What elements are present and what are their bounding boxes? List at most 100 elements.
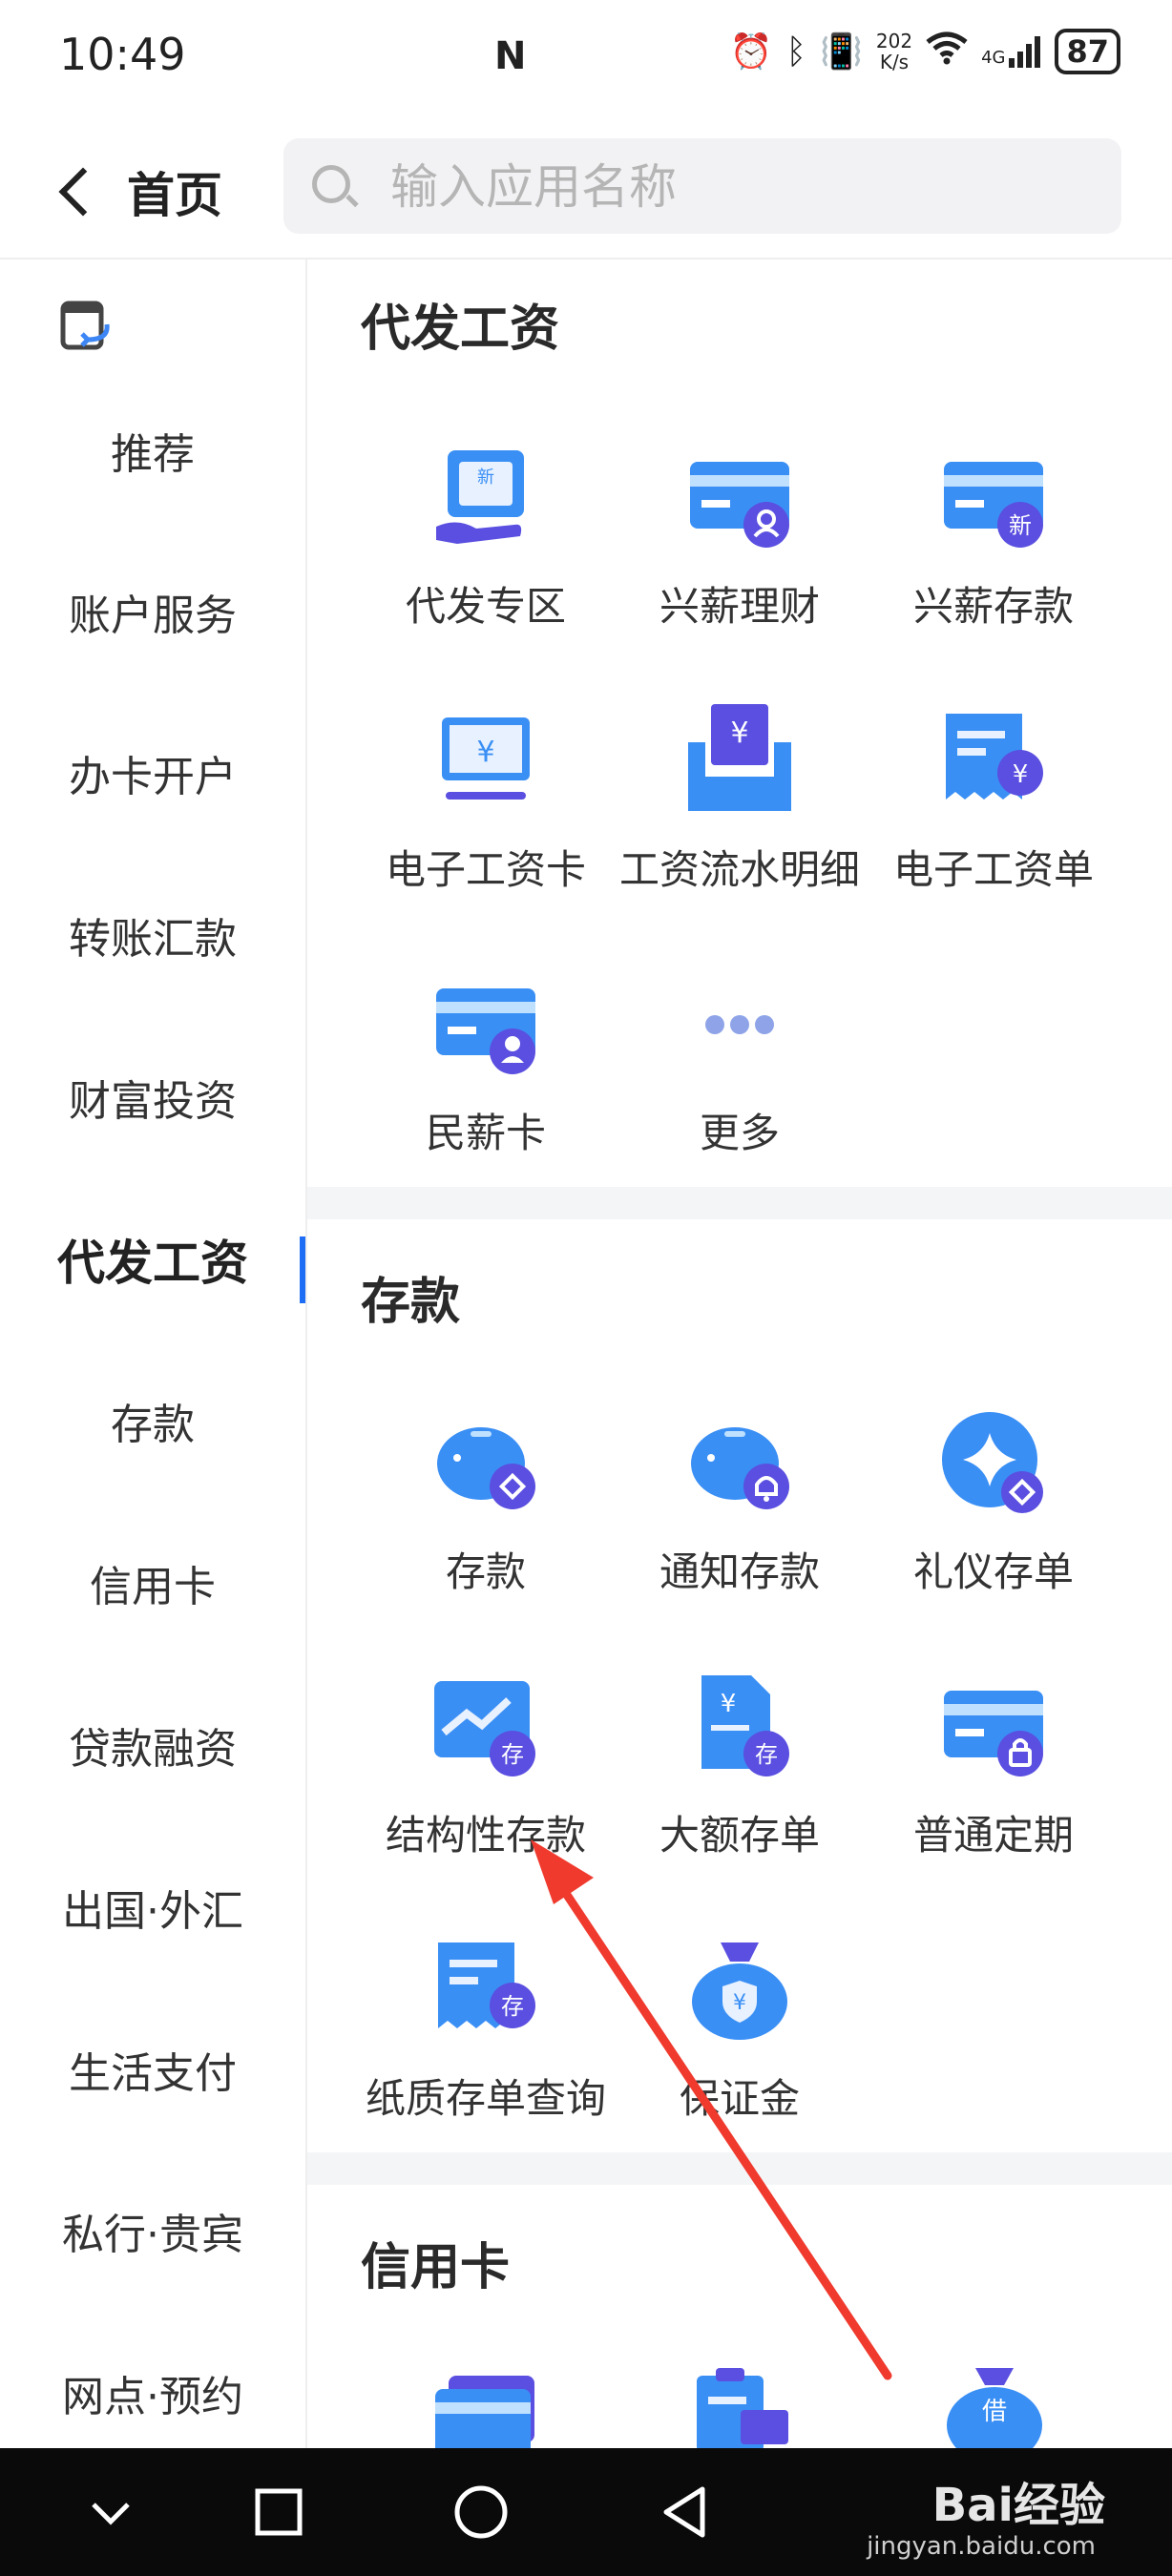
back-button[interactable]: 首页 bbox=[52, 157, 222, 226]
app-e-payslip[interactable]: ¥ 电子工资单 bbox=[867, 704, 1120, 914]
section-title-credit-card: 信用卡 bbox=[361, 2239, 511, 2296]
status-time: 10:49 bbox=[59, 29, 186, 80]
money-bag-icon: ¥ bbox=[692, 1942, 787, 2040]
battery-icon: 87 bbox=[1055, 29, 1120, 74]
app-label: 结构性存款 bbox=[385, 1812, 586, 1859]
app-minxin-card[interactable]: 民薪卡 bbox=[359, 967, 613, 1177]
app-deposit[interactable]: 存款 bbox=[359, 1406, 613, 1616]
sidebar-item-branch-appointment[interactable]: 网点·预约 bbox=[0, 2345, 305, 2441]
alarm-icon: ⏰ bbox=[729, 32, 773, 72]
app-label: 普通定期 bbox=[912, 1812, 1074, 1859]
section-divider bbox=[307, 1187, 1172, 1219]
card-user-icon bbox=[690, 462, 789, 548]
svg-text:存: 存 bbox=[501, 1993, 524, 2020]
nav-recents-icon[interactable] bbox=[250, 2483, 307, 2541]
search-input[interactable] bbox=[388, 138, 1099, 236]
sidebar-item-recommend[interactable]: 推荐 bbox=[0, 403, 305, 498]
system-nav-bar: Bai经验 jingyan.baidu.com bbox=[0, 2448, 1172, 2576]
clipboard-card-icon[interactable] bbox=[683, 2368, 798, 2448]
signal-icon: 4G bbox=[981, 35, 1041, 68]
app-label: 民薪卡 bbox=[425, 1110, 546, 1156]
app-paper-cd-query[interactable]: 存 纸质存单查询 bbox=[359, 1933, 613, 2143]
app-label: 兴薪存款 bbox=[912, 583, 1074, 630]
app-e-salary-card[interactable]: ¥ 电子工资卡 bbox=[359, 704, 613, 914]
app-label: 大额存单 bbox=[659, 1812, 820, 1859]
app-label: 存款 bbox=[445, 1548, 526, 1595]
svg-text:新: 新 bbox=[1009, 512, 1032, 539]
app-margin-deposit[interactable]: ¥ 保证金 bbox=[613, 1933, 867, 2143]
sidebar-item-wealth[interactable]: 财富投资 bbox=[0, 1049, 305, 1145]
status-icons: ⏰ ᛒ 📳 202 K/s 4G 87 bbox=[730, 29, 1120, 74]
receipt-yuan-icon: ¥ bbox=[946, 714, 1043, 800]
active-indicator bbox=[300, 1236, 305, 1303]
net-speed: 202 K/s bbox=[875, 30, 913, 73]
app-label: 纸质存单查询 bbox=[365, 2075, 606, 2122]
sidebar-item-payroll[interactable]: 代发工资 bbox=[0, 1212, 305, 1307]
sidebar-item-private-vip[interactable]: 私行·贵宾 bbox=[0, 2183, 305, 2278]
card-lock-icon bbox=[944, 1691, 1043, 1776]
section-title-deposit: 存款 bbox=[361, 1274, 461, 1331]
svg-text:¥: ¥ bbox=[1013, 760, 1029, 789]
more-dots-icon bbox=[705, 1015, 774, 1034]
nav-back-icon[interactable] bbox=[657, 2483, 714, 2541]
sidebar-item-credit-card[interactable]: 信用卡 bbox=[0, 1535, 305, 1631]
app-structured-deposit[interactable]: 存 结构性存款 bbox=[359, 1670, 613, 1880]
bluetooth-icon: ᛒ bbox=[785, 31, 807, 72]
search-icon bbox=[312, 165, 350, 203]
sidebar-item-loan[interactable]: 贷款融资 bbox=[0, 1697, 305, 1793]
back-label: 首页 bbox=[127, 168, 222, 223]
tray-yuan-icon: ¥ bbox=[688, 704, 791, 811]
sidebar-item-account-service[interactable]: 账户服务 bbox=[0, 564, 305, 659]
sidebar-item-transfer[interactable]: 转账汇款 bbox=[0, 887, 305, 983]
chart-deposit-icon: 存 bbox=[434, 1681, 535, 1776]
nav-home-icon[interactable] bbox=[452, 2483, 510, 2541]
customize-menu-icon[interactable] bbox=[59, 298, 115, 353]
app-label: 电子工资单 bbox=[892, 846, 1094, 893]
app-xingxin-deposit[interactable]: 新 兴薪存款 bbox=[867, 441, 1120, 651]
svg-text:新: 新 bbox=[477, 467, 494, 488]
credit-card-icon[interactable] bbox=[429, 2372, 544, 2448]
app-label: 保证金 bbox=[679, 2075, 800, 2122]
gift-circle-icon bbox=[942, 1412, 1043, 1513]
document-deposit-icon: ¥ 存 bbox=[701, 1675, 789, 1776]
app-label: 工资流水明细 bbox=[618, 846, 860, 893]
back-arrow-icon bbox=[58, 167, 108, 217]
watermark-logo: Bai经验 bbox=[931, 2479, 1105, 2532]
monitor-yuan-icon: ¥ bbox=[442, 717, 530, 800]
content-area: 代发工资 新 代发专区 兴薪理财 新 兴薪存款 ¥ 电子工资卡 ¥ 工资流水明细… bbox=[307, 260, 1172, 2448]
wifi-icon bbox=[926, 31, 968, 73]
app-regular-time-deposit[interactable]: 普通定期 bbox=[867, 1670, 1120, 1880]
sidebar-item-life-payment[interactable]: 生活支付 bbox=[0, 2022, 305, 2117]
sidebar-item-card-opening[interactable]: 办卡开户 bbox=[0, 725, 305, 821]
nfc-icon: N bbox=[494, 34, 527, 78]
sidebar-item-deposit[interactable]: 存款 bbox=[0, 1373, 305, 1468]
app-notice-deposit[interactable]: 通知存款 bbox=[613, 1406, 867, 1616]
borrow-bag-icon[interactable]: 借 bbox=[937, 2368, 1052, 2448]
svg-text:¥: ¥ bbox=[733, 1991, 746, 2015]
section-title-payroll: 代发工资 bbox=[361, 301, 560, 358]
svg-text:¥: ¥ bbox=[730, 717, 748, 750]
app-label: 电子工资卡 bbox=[385, 846, 586, 893]
receipt-deposit-icon: 存 bbox=[438, 1942, 535, 2028]
app-more[interactable]: 更多 bbox=[613, 967, 867, 1177]
header: 首页 bbox=[0, 119, 1172, 260]
svg-text:存: 存 bbox=[755, 1741, 778, 1768]
watermark-url: jingyan.baidu.com bbox=[867, 2532, 1096, 2561]
app-label: 更多 bbox=[699, 1110, 780, 1156]
svg-text:存: 存 bbox=[501, 1741, 524, 1768]
search-box[interactable] bbox=[283, 138, 1121, 236]
vibrate-icon: 📳 bbox=[820, 32, 863, 72]
sidebar-item-forex[interactable]: 出国·外汇 bbox=[0, 1859, 305, 1955]
app-payroll-zone[interactable]: 新 代发专区 bbox=[359, 441, 613, 651]
svg-text:¥: ¥ bbox=[721, 1690, 737, 1718]
app-label: 礼仪存单 bbox=[912, 1548, 1074, 1595]
app-xingxin-wealth[interactable]: 兴薪理财 bbox=[613, 441, 867, 651]
app-large-cd[interactable]: ¥ 存 大额存单 bbox=[613, 1670, 867, 1880]
app-gift-deposit[interactable]: 礼仪存单 bbox=[867, 1406, 1120, 1616]
app-salary-statement[interactable]: ¥ 工资流水明细 bbox=[613, 704, 867, 914]
nav-collapse-icon[interactable] bbox=[82, 2483, 139, 2541]
card-person-icon bbox=[436, 988, 535, 1074]
app-label: 通知存款 bbox=[659, 1548, 820, 1595]
sidebar-item-label: 代发工资 bbox=[57, 1236, 248, 1291]
status-bar: 10:49 N ⏰ ᛒ 📳 202 K/s 4G 87 bbox=[0, 0, 1172, 119]
